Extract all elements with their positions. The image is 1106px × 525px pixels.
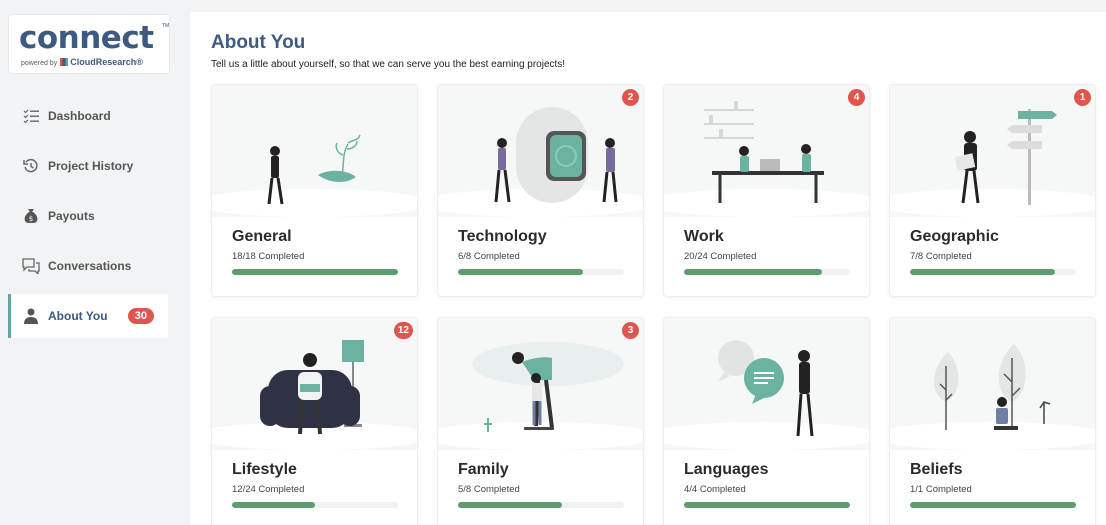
category-card-family[interactable]: 3 Family 5/8 Completed bbox=[437, 317, 644, 525]
svg-text:$: $ bbox=[29, 215, 33, 223]
sidebar-item-project-history[interactable]: Project History bbox=[8, 144, 168, 188]
sidebar-item-label: Conversations bbox=[48, 259, 132, 273]
category-card-languages[interactable]: Languages 4/4 Completed bbox=[663, 317, 870, 525]
beliefs-illustration bbox=[890, 318, 1095, 450]
category-progress-fill bbox=[910, 269, 1056, 275]
sidebar: connect TM powered by CloudResearch® Dash… bbox=[0, 0, 190, 525]
category-progress-text: 4/4 Completed bbox=[684, 484, 746, 495]
sidebar-item-label: Project History bbox=[48, 159, 134, 173]
family-illustration bbox=[438, 318, 643, 450]
languages-illustration bbox=[664, 318, 869, 450]
cloudresearch-mark-icon bbox=[60, 58, 69, 66]
category-new-count-badge: 1 bbox=[1074, 89, 1091, 106]
sidebar-item-label: Payouts bbox=[48, 209, 95, 223]
general-illustration bbox=[212, 85, 417, 217]
chat-bubbles-icon bbox=[22, 257, 40, 275]
category-title: Geographic bbox=[910, 228, 999, 245]
registered-mark: ® bbox=[136, 57, 143, 67]
sidebar-item-about-you[interactable]: About You 30 bbox=[8, 294, 168, 338]
category-new-count-badge: 2 bbox=[622, 89, 639, 106]
logo-trademark: TM bbox=[162, 23, 170, 29]
sidebar-item-payouts[interactable]: $ Payouts bbox=[8, 194, 168, 238]
category-title: Beliefs bbox=[910, 461, 963, 478]
page-subtitle: Tell us a little about yourself, so that… bbox=[211, 59, 566, 70]
category-progress-fill bbox=[458, 502, 562, 508]
geographic-illustration bbox=[890, 85, 1095, 217]
technology-illustration bbox=[438, 85, 643, 217]
page-title: About You bbox=[211, 32, 306, 53]
sidebar-item-label: About You bbox=[48, 309, 108, 323]
category-card-technology[interactable]: 2 Technology 6/8 Completed bbox=[437, 84, 644, 297]
person-icon bbox=[22, 307, 40, 325]
category-progress-text: 18/18 Completed bbox=[232, 251, 305, 262]
category-progress-text: 7/8 Completed bbox=[910, 251, 972, 262]
category-progress-text: 12/24 Completed bbox=[232, 484, 305, 495]
category-progress-bar bbox=[232, 502, 398, 508]
category-progress-bar bbox=[910, 502, 1076, 508]
sidebar-item-label: Dashboard bbox=[48, 109, 111, 123]
category-card-beliefs[interactable]: Beliefs 1/1 Completed bbox=[889, 317, 1096, 525]
category-title: Technology bbox=[458, 228, 547, 245]
category-progress-fill bbox=[684, 269, 823, 275]
work-illustration bbox=[664, 85, 869, 217]
category-progress-bar bbox=[684, 502, 850, 508]
category-progress-fill bbox=[684, 502, 850, 508]
category-progress-bar bbox=[684, 269, 850, 275]
category-card-lifestyle[interactable]: 12 Lifestyle 12/24 Completed bbox=[211, 317, 418, 525]
category-title: Work bbox=[684, 228, 724, 245]
about-you-count-badge: 30 bbox=[127, 308, 154, 324]
connect-logo[interactable]: connect TM powered by CloudResearch® bbox=[8, 14, 170, 74]
history-icon bbox=[22, 157, 40, 175]
logo-powered-by: powered by CloudResearch® bbox=[21, 57, 143, 67]
category-progress-text: 6/8 Completed bbox=[458, 251, 520, 262]
category-title: Languages bbox=[684, 461, 769, 478]
category-new-count-badge: 4 bbox=[848, 89, 865, 106]
sidebar-item-dashboard[interactable]: Dashboard bbox=[8, 94, 168, 138]
checklist-icon bbox=[22, 107, 40, 125]
category-card-geographic[interactable]: 1 Geographic 7/8 Completed bbox=[889, 84, 1096, 297]
category-card-work[interactable]: 4 Work 20/24 Completed bbox=[663, 84, 870, 297]
category-card-general[interactable]: General 18/18 Completed bbox=[211, 84, 418, 297]
category-progress-bar bbox=[458, 269, 624, 275]
powered-by-text: powered by bbox=[21, 60, 58, 67]
category-progress-fill bbox=[910, 502, 1076, 508]
category-progress-fill bbox=[232, 269, 398, 275]
sidebar-item-conversations[interactable]: Conversations bbox=[8, 244, 168, 288]
category-progress-text: 20/24 Completed bbox=[684, 251, 757, 262]
category-new-count-badge: 3 bbox=[622, 322, 639, 339]
category-progress-bar bbox=[232, 269, 398, 275]
category-title: General bbox=[232, 228, 292, 245]
money-bag-icon: $ bbox=[22, 207, 40, 225]
category-title: Family bbox=[458, 461, 509, 478]
category-title: Lifestyle bbox=[232, 461, 297, 478]
category-progress-fill bbox=[458, 269, 583, 275]
cloudresearch-name: CloudResearch bbox=[70, 57, 137, 67]
logo-wordmark: connect bbox=[19, 20, 154, 56]
category-progress-text: 5/8 Completed bbox=[458, 484, 520, 495]
category-progress-text: 1/1 Completed bbox=[910, 484, 972, 495]
category-progress-bar bbox=[458, 502, 624, 508]
main-content: About You Tell us a little about yoursel… bbox=[190, 0, 1106, 525]
category-progress-bar bbox=[910, 269, 1076, 275]
lifestyle-illustration bbox=[212, 318, 417, 450]
category-new-count-badge: 12 bbox=[393, 322, 413, 339]
category-progress-fill bbox=[232, 502, 315, 508]
